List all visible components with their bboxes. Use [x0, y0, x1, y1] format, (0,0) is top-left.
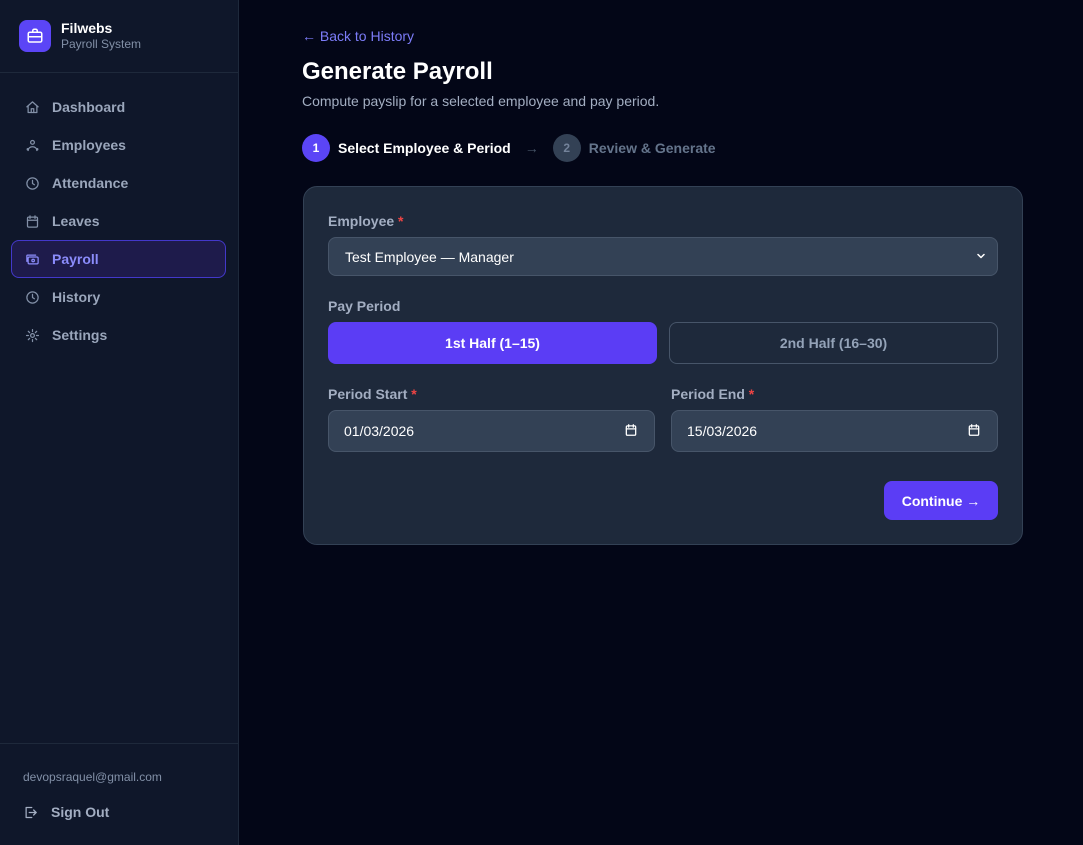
period-start-value: 01/03/2026	[344, 423, 415, 439]
stepper: 1 Select Employee & Period → 2 Review & …	[302, 134, 716, 162]
step-2-number: 2	[552, 134, 581, 162]
sidebar-item-label: History	[52, 289, 101, 305]
period-start-input[interactable]: 01/03/2026	[328, 410, 655, 452]
period-start-label-text: Period Start	[328, 386, 408, 402]
clock-icon	[24, 175, 40, 191]
calendar-icon	[24, 213, 40, 229]
period-end-input[interactable]: 15/03/2026	[671, 410, 998, 452]
sidebar-item-label: Leaves	[52, 213, 100, 229]
sidebar: Filwebs Payroll System Dashboard Employe…	[0, 0, 239, 845]
back-to-history-link[interactable]: ← Back to History	[302, 28, 414, 44]
sidebar-item-label: Settings	[52, 327, 108, 343]
required-mark: *	[398, 213, 404, 229]
sidebar-item-history[interactable]: History	[11, 278, 226, 316]
employee-label: Employee *	[328, 213, 403, 229]
wallet-icon	[24, 251, 40, 267]
calendar-icon[interactable]	[624, 423, 638, 440]
sidebar-item-label: Payroll	[52, 251, 99, 267]
brand-subtitle: Payroll System	[61, 37, 142, 51]
sidebar-item-attendance[interactable]: Attendance	[11, 164, 226, 202]
period-end-value: 15/03/2026	[687, 423, 758, 439]
step-1-number: 1	[302, 134, 330, 162]
page-title: Generate Payroll	[302, 58, 493, 85]
brand: Filwebs Payroll System	[0, 0, 238, 73]
step-2-label: Review & Generate	[588, 140, 716, 156]
sign-out-label: Sign Out	[51, 804, 110, 820]
sidebar-item-payroll[interactable]: Payroll	[11, 240, 226, 278]
sidebar-item-settings[interactable]: Settings	[11, 316, 226, 354]
calendar-icon[interactable]	[967, 423, 981, 440]
payroll-form-card: Employee * Test Employee — Manager Pay P…	[303, 186, 1023, 545]
second-half-button[interactable]: 2nd Half (16–30)	[669, 322, 998, 364]
sidebar-item-dashboard[interactable]: Dashboard	[11, 88, 226, 126]
main-content: ← Back to History Generate Payroll Compu…	[239, 0, 1083, 845]
history-icon	[24, 289, 40, 305]
sidebar-item-employees[interactable]: Employees	[11, 126, 226, 164]
user-email: devopsraquel@gmail.com	[23, 770, 162, 784]
step-arrow-icon: →	[524, 140, 539, 156]
sidebar-nav: Dashboard Employees Attendance Leaves Pa…	[0, 73, 238, 354]
page-subtitle: Compute payslip for a selected employee …	[302, 93, 660, 109]
first-half-button[interactable]: 1st Half (1–15)	[328, 322, 657, 364]
chevron-down-icon	[975, 249, 987, 265]
sidebar-footer: devopsraquel@gmail.com Sign Out	[0, 743, 238, 845]
home-icon	[24, 99, 40, 115]
required-mark: *	[748, 386, 755, 402]
sign-out-button[interactable]: Sign Out	[23, 804, 109, 820]
sidebar-item-label: Dashboard	[52, 99, 126, 115]
briefcase-icon	[19, 20, 51, 52]
brand-name: Filwebs	[61, 20, 113, 36]
sidebar-item-label: Attendance	[52, 175, 129, 191]
employee-select[interactable]: Test Employee — Manager	[328, 237, 998, 276]
employee-label-text: Employee	[328, 213, 395, 229]
sign-out-icon	[23, 804, 39, 820]
period-end-label: Period End *	[671, 386, 754, 402]
pay-period-label: Pay Period	[328, 298, 401, 314]
continue-button[interactable]: Continue →	[884, 481, 998, 520]
required-mark: *	[411, 386, 417, 402]
step-1-label: Select Employee & Period	[338, 140, 511, 156]
period-start-label: Period Start *	[328, 386, 417, 402]
gear-icon	[24, 327, 40, 343]
employee-select-value: Test Employee — Manager	[345, 248, 514, 265]
sidebar-item-leaves[interactable]: Leaves	[11, 202, 226, 240]
sidebar-item-label: Employees	[52, 137, 126, 153]
users-icon	[24, 137, 40, 153]
period-end-label-text: Period End	[671, 386, 745, 402]
